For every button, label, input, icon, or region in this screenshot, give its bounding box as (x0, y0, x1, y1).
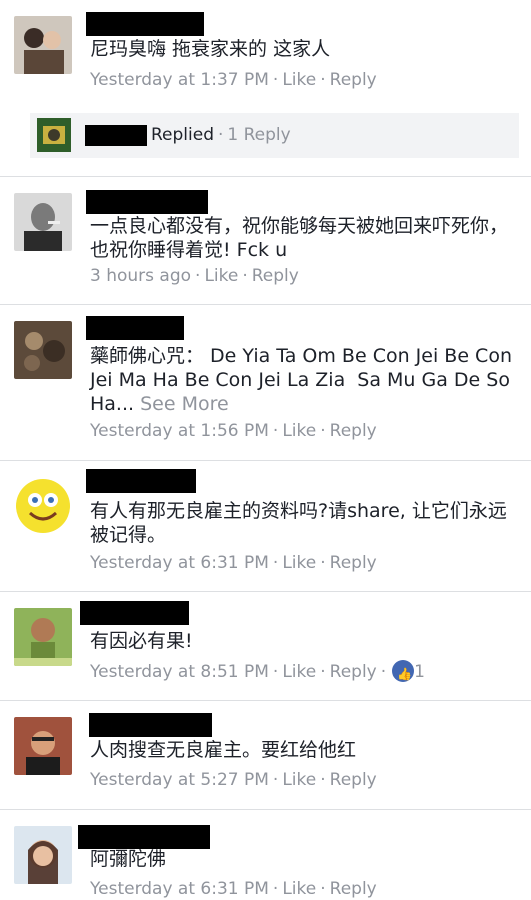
comment-4: 有人有那无良雇主的资料吗?请share, 让它们永远被记得。 Yesterday… (0, 461, 531, 591)
reply-link[interactable]: Reply (330, 70, 377, 90)
comment-1: 尼玛臭嗨 拖衰家来的 这家人 Yesterday at 1:37 PM · Like… (0, 0, 531, 176)
avatar[interactable] (14, 477, 72, 535)
comment-text: 一点良心都没有，祝你能够每天被她回来吓死你，也祝你睡得着觉! Fck u (90, 215, 509, 261)
comment-text: 有因必有果! (90, 630, 193, 652)
comment-5: 有因必有果! Yesterday at 8:51 PM · Like · Reply · 👍… (0, 592, 531, 700)
like-link[interactable]: Like (282, 770, 316, 790)
avatar[interactable] (14, 16, 72, 74)
like-link[interactable]: Like (282, 421, 316, 441)
redacted-name (80, 601, 189, 625)
redacted-name (86, 316, 184, 340)
like-link[interactable]: Like (282, 70, 316, 90)
comment-meta: Yesterday at 8:51 PM · Like · Reply · 👍 1 (90, 660, 425, 682)
reply-link[interactable]: Reply (330, 879, 377, 899)
comment-6: 人肉搜查无良雇主。要红给他红 Yesterday at 5:27 PM · Like… (0, 701, 531, 809)
comment-text: 藥師佛心咒： De Yia Ta Om Be Con Jei Be Con Je… (90, 344, 520, 416)
avatar[interactable] (14, 321, 72, 379)
reply-count[interactable]: 1 Reply (227, 125, 290, 145)
avatar[interactable] (14, 717, 72, 775)
like-link[interactable]: Like (204, 266, 238, 286)
timestamp[interactable]: Yesterday at 8:51 PM (90, 662, 269, 682)
avatar[interactable] (14, 193, 72, 251)
avatar[interactable] (14, 826, 72, 884)
comment-meta: Yesterday at 1:56 PM · Like · Reply (90, 421, 377, 441)
avatar (37, 118, 71, 152)
comment-meta: 3 hours ago · Like · Reply (90, 266, 299, 286)
redacted-name (85, 125, 147, 146)
comment-meta: Yesterday at 6:31 PM · Like · Reply (90, 879, 377, 899)
comment-meta: Yesterday at 6:31 PM · Like · Reply (90, 553, 377, 573)
comment-text: 有人有那无良雇主的资料吗?请share, 让它们永远被记得。 (90, 500, 507, 546)
redacted-name (86, 469, 196, 493)
reply-summary[interactable]: Replied · 1 Reply (30, 113, 519, 158)
timestamp[interactable]: 3 hours ago (90, 266, 191, 286)
see-more-link[interactable]: See More (140, 393, 229, 415)
timestamp[interactable]: Yesterday at 5:27 PM (90, 770, 269, 790)
like-link[interactable]: Like (282, 662, 316, 682)
like-link[interactable]: Like (282, 879, 316, 899)
timestamp[interactable]: Yesterday at 6:31 PM (90, 553, 269, 573)
reply-link[interactable]: Reply (330, 662, 377, 682)
reply-link[interactable]: Reply (330, 421, 377, 441)
timestamp[interactable]: Yesterday at 6:31 PM (90, 879, 269, 899)
comment-text: 尼玛臭嗨 拖衰家来的 这家人 (90, 38, 331, 60)
reply-link[interactable]: Reply (330, 553, 377, 573)
comment-meta: Yesterday at 5:27 PM · Like · Reply (90, 770, 377, 790)
comment-2: 一点良心都没有，祝你能够每天被她回来吓死你，也祝你睡得着觉! Fck u 3 h… (0, 177, 531, 304)
redacted-name (86, 190, 208, 214)
comment-text: 阿彌陀佛 (90, 848, 167, 870)
comment-3: 藥師佛心咒： De Yia Ta Om Be Con Jei Be Con Je… (0, 305, 531, 460)
timestamp[interactable]: Yesterday at 1:37 PM (90, 70, 269, 90)
redacted-name (78, 825, 210, 849)
comment-7: 阿彌陀佛 Yesterday at 6:31 PM · Like · Reply (0, 810, 531, 899)
like-link[interactable]: Like (282, 553, 316, 573)
comment-text: 人肉搜查无良雇主。要红给他红 (90, 739, 357, 761)
reply-link[interactable]: Reply (252, 266, 299, 286)
replied-label: Replied (151, 125, 214, 145)
reply-link[interactable]: Reply (330, 770, 377, 790)
timestamp[interactable]: Yesterday at 1:56 PM (90, 421, 269, 441)
thumbs-up-icon[interactable]: 👍 (392, 660, 415, 682)
avatar[interactable] (14, 608, 72, 666)
reaction-count[interactable]: 1 (414, 662, 425, 682)
redacted-name (86, 12, 204, 36)
redacted-name (89, 713, 212, 737)
comment-meta: Yesterday at 1:37 PM · Like · Reply (90, 70, 377, 90)
